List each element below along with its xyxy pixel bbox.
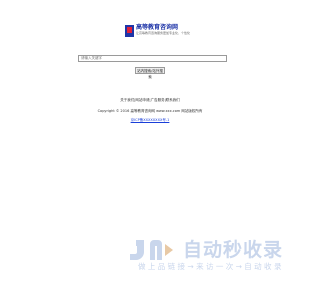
footer-link-contact[interactable]: 联系我们 [166, 98, 180, 102]
watermark-logo-icon [130, 240, 173, 260]
footer-link-about[interactable]: 关于我们 [120, 98, 134, 102]
page: 高等教育咨询网 让高等教育咨询服务更加专业化、个性化 站内搜索/站外搜索 关于我… [0, 0, 300, 300]
footer-icp: 京ICP备XXXXXXXX号-1 [0, 118, 300, 123]
icp-link[interactable]: 京ICP备XXXXXXXX号-1 [131, 118, 170, 122]
footer-link-apply[interactable]: 网站申请 [135, 98, 149, 102]
watermark-title: 自动秒收录 [183, 239, 284, 261]
watermark-subtitle: 做 上 品 链 接 → 来 访 一 次 → 自 动 收 录 [138, 262, 282, 271]
footer-links: 关于我们|网站申请|广告服务|联系我们 [0, 98, 300, 103]
search-input[interactable] [78, 55, 227, 62]
logo-mark-icon [125, 25, 134, 37]
logo-title: 高等教育咨询网 [136, 24, 179, 31]
logo-text: 高等教育咨询网 让高等教育咨询服务更加专业化、个性化 [136, 24, 190, 35]
watermark: 自动秒收录 做 上 品 链 接 → 来 访 一 次 → 自 动 收 录 [126, 238, 286, 278]
site-logo[interactable]: 高等教育咨询网 让高等教育咨询服务更加专业化、个性化 [125, 24, 190, 37]
logo-subtitle: 让高等教育咨询服务更加专业化、个性化 [136, 31, 191, 35]
search-button[interactable]: 站内搜索/站外搜索 [135, 67, 165, 79]
footer-link-ads[interactable]: 广告服务 [151, 98, 165, 102]
footer-copyright: Copyright © 2016 高等教育咨询网 www.xxx.com 网站版… [97, 109, 203, 113]
